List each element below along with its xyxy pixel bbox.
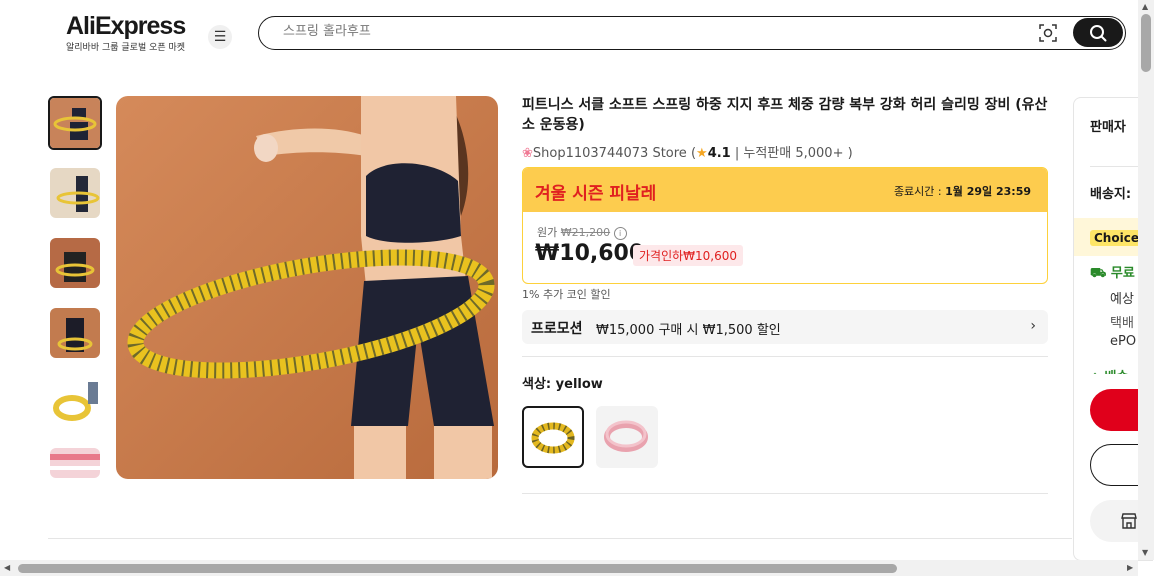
divider — [522, 356, 1048, 357]
vertical-scroll-thumb[interactable] — [1141, 14, 1151, 72]
sale-price: ₩10,600 — [535, 241, 645, 266]
scroll-down-icon[interactable]: ▼ — [1142, 548, 1148, 557]
menu-icon[interactable]: ☰ — [208, 25, 232, 49]
delivery-note: ◈ 배송 — [1090, 366, 1128, 374]
divider — [522, 493, 1048, 494]
scroll-up-icon[interactable]: ▲ — [1142, 2, 1148, 11]
main-product-image[interactable] — [116, 96, 498, 479]
sold-count: 누적판매 5,000+ — [743, 146, 844, 161]
thumbnail-1[interactable] — [48, 96, 102, 150]
store-link[interactable]: Shop1103744073 Store — [533, 146, 687, 161]
original-price-row: 원가 ₩21,200 i — [537, 224, 627, 240]
info-icon[interactable]: i — [613, 227, 627, 240]
sale-banner: 겨울 시즌 피날레 종료시간 : 1월 29일 23:59 — [523, 168, 1047, 212]
search-button[interactable] — [1073, 18, 1123, 47]
promotion-row[interactable]: 프로모션 ₩15,000 구매 시 ₩1,500 할인 › — [522, 310, 1048, 344]
free-shipping-text: 무료 — [1110, 266, 1135, 281]
courier-label: 택배 — [1110, 316, 1134, 331]
courier-name: ePO — [1110, 334, 1137, 349]
free-shipping: ⛟ 무료 — [1090, 262, 1135, 283]
shield-icon: ◈ — [1090, 370, 1100, 374]
original-price-label: 원가 — [537, 226, 558, 239]
delivery-note-text: 배송 — [1105, 370, 1129, 374]
truck-icon: ⛟ — [1090, 266, 1107, 281]
thumbnail-6[interactable] — [50, 448, 100, 478]
ship-to-label[interactable]: 배송지: — [1090, 183, 1131, 202]
color-label-text: 색상: — [522, 377, 552, 392]
seller-label: 판매자 — [1090, 120, 1126, 135]
horizontal-scroll-thumb[interactable] — [18, 564, 897, 573]
color-label: 색상: yellow — [522, 373, 603, 392]
aliexpress-logo[interactable]: AliExpress — [66, 12, 186, 41]
choice-badge: Choice — [1090, 230, 1143, 246]
search-icon — [1090, 25, 1107, 42]
store-rating: 4.1 — [707, 146, 731, 161]
color-swatch-yellow[interactable] — [522, 406, 584, 468]
store-icon — [1121, 513, 1137, 529]
sale-end-time: 1월 29일 23:59 — [945, 185, 1031, 198]
product-title: 피트니스 서클 소프트 스프링 하중 지지 후프 체중 감량 복부 강화 허리 … — [522, 97, 1048, 133]
thumbnail-4[interactable] — [50, 308, 100, 358]
image-search-icon[interactable] — [1039, 24, 1057, 42]
star-icon: ★ — [696, 146, 708, 161]
color-swatch-pink[interactable] — [596, 406, 658, 468]
delivery-estimate: 예상 — [1110, 292, 1134, 307]
store-line: ❀Shop1103744073 Store (★4.1 | 누적판매 5,000… — [522, 146, 853, 161]
promotion-text: ₩15,000 구매 시 ₩1,500 할인 — [596, 323, 781, 338]
sale-end: 종료시간 : 1월 29일 23:59 — [894, 183, 1031, 199]
store-icon: ❀ — [522, 146, 533, 161]
color-value: yellow — [555, 377, 603, 392]
logo-subtitle: 알리바바 그룹 글로벌 오픈 마켓 — [66, 43, 186, 53]
scroll-left-icon[interactable]: ◀ — [4, 563, 10, 572]
sale-end-label: 종료시간 : — [893, 185, 942, 198]
sale-name: 겨울 시즌 피날레 — [535, 184, 657, 204]
thumbnail-3[interactable] — [50, 238, 100, 288]
scroll-right-icon[interactable]: ▶ — [1127, 563, 1133, 572]
vertical-scrollbar[interactable] — [1138, 0, 1154, 560]
chevron-right-icon: › — [1030, 318, 1036, 334]
search-input[interactable] — [281, 23, 985, 40]
sale-box: 겨울 시즌 피날레 종료시간 : 1월 29일 23:59 원가 ₩21,200… — [522, 167, 1048, 284]
divider — [48, 538, 1072, 539]
thumbnail-2[interactable] — [50, 168, 100, 218]
search-bar — [258, 16, 1126, 50]
coin-discount: 1% 추가 코인 할인 — [522, 288, 611, 301]
original-price: ₩21,200 — [560, 226, 611, 239]
thumbnail-5[interactable] — [50, 378, 100, 428]
discount-badge: 가격인하₩10,600 — [633, 245, 744, 266]
promotion-label: 프로모션 — [531, 321, 583, 337]
